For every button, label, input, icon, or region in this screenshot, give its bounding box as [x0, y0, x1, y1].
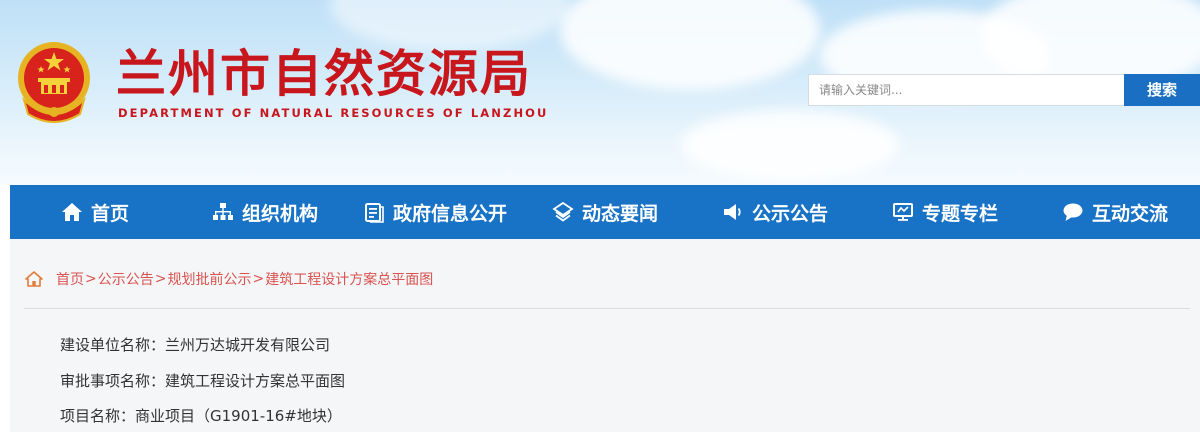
search-button[interactable]: 搜索: [1124, 74, 1200, 106]
chat-icon: [1062, 201, 1084, 223]
nav-item-interaction[interactable]: 互动交流: [1030, 185, 1200, 239]
breadcrumb-announcements-link[interactable]: 公示公告: [98, 269, 154, 289]
nav-item-label: 互动交流: [1091, 202, 1168, 225]
search-box: [808, 74, 1129, 106]
megaphone-icon: [722, 201, 744, 223]
site-header: 兰州市自然资源局 DEPARTMENT OF NATURAL RESOURCES…: [0, 0, 1200, 185]
divider: [24, 308, 1190, 309]
nav-item-label: 公示公告: [751, 202, 828, 225]
nav-item-home[interactable]: 首页: [10, 185, 180, 239]
nav-item-label: 首页: [90, 202, 129, 225]
main-nav: 首页 组织机构 政府信息公开 动态要闻 公示公告 专题专栏 互动交流: [10, 185, 1200, 239]
breadcrumb-home-link[interactable]: 首页: [56, 269, 84, 289]
nav-item-announcements[interactable]: 公示公告: [690, 185, 860, 239]
nav-item-news[interactable]: 动态要闻: [520, 185, 690, 239]
nav-item-gov-info[interactable]: 政府信息公开: [350, 185, 520, 239]
site-title: 兰州市自然资源局: [116, 45, 532, 103]
org-chart-icon: [212, 201, 234, 223]
breadcrumb: 首页 > 公示公告 > 规划批前公示 > 建筑工程设计方案总平面图: [24, 269, 433, 289]
screen-icon: [892, 201, 914, 223]
news-icon: [552, 201, 574, 223]
cloud-decoration: [560, 0, 820, 90]
nav-item-label: 政府信息公开: [392, 202, 507, 225]
breadcrumb-separator: >: [85, 271, 97, 287]
breadcrumb-separator: >: [252, 271, 265, 287]
nav-item-special-topics[interactable]: 专题专栏: [860, 185, 1030, 239]
construction-unit-row: 建设单位名称：兰州万达城开发有限公司: [60, 336, 331, 354]
approval-item-row: 审批事项名称：建筑工程设计方案总平面图: [60, 372, 346, 390]
nav-item-label: 动态要闻: [581, 202, 658, 225]
breadcrumb-planning-link[interactable]: 规划批前公示: [167, 269, 251, 289]
site-subtitle: DEPARTMENT OF NATURAL RESOURCES OF LANZH…: [118, 106, 549, 120]
nav-item-label: 组织机构: [241, 202, 318, 225]
home-icon: [25, 271, 43, 287]
cloud-decoration: [680, 110, 900, 180]
content-panel: 首页 > 公示公告 > 规划批前公示 > 建筑工程设计方案总平面图 建设单位名称…: [10, 239, 1200, 432]
project-name-row: 项目名称：商业项目（G1901-16#地块）: [60, 407, 342, 425]
nav-item-label: 专题专栏: [921, 202, 998, 225]
nav-item-organization[interactable]: 组织机构: [180, 185, 350, 239]
breadcrumb-separator: >: [154, 271, 167, 287]
search-input[interactable]: [809, 75, 1129, 105]
cloud-decoration: [330, 0, 570, 50]
document-icon: [363, 201, 385, 223]
breadcrumb-current-page[interactable]: 建筑工程设计方案总平面图: [265, 269, 433, 289]
home-icon: [61, 201, 83, 223]
national-emblem-icon[interactable]: [14, 38, 94, 124]
